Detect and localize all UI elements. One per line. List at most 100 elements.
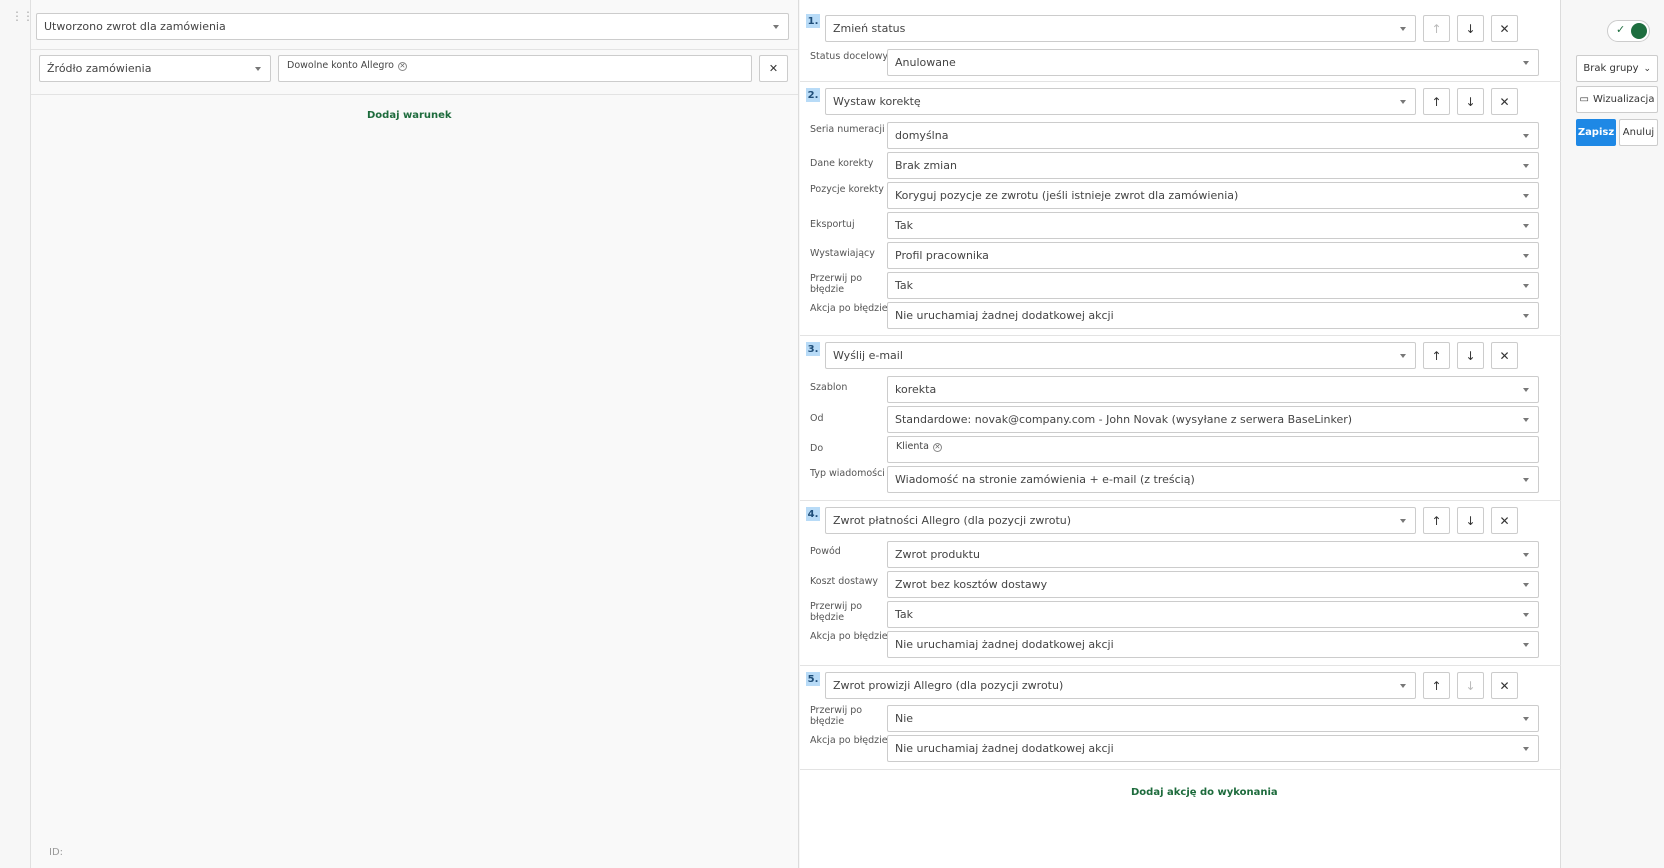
close-icon: ✕ (1499, 94, 1510, 109)
monitor-icon: ▭ (1579, 94, 1589, 105)
action-item: 3. Wyślij e-mail ↑ ↓ ✕ Szablon korekta O… (800, 336, 1561, 501)
field-select[interactable]: Wiadomość na stronie zamówienia + e-mail… (887, 466, 1539, 493)
field-select[interactable]: Koryguj pozycje ze zwrotu (jeśli istniej… (887, 182, 1539, 209)
field-label: Przerwij po błędzie (810, 705, 863, 727)
field-label: Akcja po błędzie (810, 631, 888, 642)
field-label: Powód (810, 546, 841, 557)
field-select[interactable]: Zwrot bez kosztów dostawy (887, 571, 1539, 598)
arrow-up-icon: ↑ (1431, 678, 1442, 693)
remove-action-button[interactable]: ✕ (1491, 15, 1518, 42)
field-value: Tak (895, 219, 914, 232)
close-icon: ✕ (1499, 21, 1510, 36)
remove-action-button[interactable]: ✕ (1491, 88, 1518, 115)
arrow-down-icon: ↓ (1465, 678, 1476, 693)
action-type-select[interactable]: Zmień status (825, 15, 1416, 42)
condition-tag-label: Dowolne konto Allegro (287, 60, 394, 71)
recipient-input[interactable]: Klienta ✕ (887, 436, 1539, 463)
move-up-button[interactable]: ↑ (1423, 507, 1450, 534)
field-select[interactable]: Nie uruchamiaj żadnej dodatkowej akcji (887, 631, 1539, 658)
action-type-select[interactable]: Wyślij e-mail (825, 342, 1416, 369)
recipient-tag-label: Klienta (896, 441, 929, 452)
close-icon: ✕ (768, 62, 779, 75)
field-select[interactable]: Tak (887, 212, 1539, 239)
remove-action-button[interactable]: ✕ (1491, 507, 1518, 534)
field-select[interactable]: Anulowane (887, 49, 1539, 76)
action-number-badge: 1. (806, 14, 820, 28)
close-icon: ✕ (1499, 678, 1510, 693)
chevron-down-icon (1400, 100, 1406, 104)
action-type-value: Zwrot prowizji Allegro (dla pozycji zwro… (833, 679, 1064, 692)
field-value: Zwrot bez kosztów dostawy (895, 578, 1048, 591)
move-up-button[interactable]: ↑ (1423, 88, 1450, 115)
move-down-button[interactable]: ↓ (1457, 88, 1484, 115)
chevron-down-icon (1523, 314, 1529, 318)
action-number-badge: 3. (806, 342, 820, 356)
add-action-link[interactable]: Dodaj akcję do wykonania (1131, 787, 1278, 798)
condition-value-input[interactable]: Dowolne konto Allegro ✕ (278, 55, 752, 82)
drag-handle-icon[interactable]: ⋮⋮ (11, 10, 34, 28)
visualize-button[interactable]: ▭ Wizualizacja (1576, 86, 1658, 113)
field-select[interactable]: Nie (887, 705, 1539, 732)
field-select[interactable]: Standardowe: novak@company.com - John No… (887, 406, 1539, 433)
chevron-down-icon: ⌄ (1643, 64, 1651, 74)
move-down-button[interactable]: ↓ (1457, 15, 1484, 42)
move-up-button[interactable]: ↑ (1423, 672, 1450, 699)
move-down-button[interactable]: ↓ (1457, 342, 1484, 369)
field-select[interactable]: domyślna (887, 122, 1539, 149)
field-select[interactable]: Tak (887, 601, 1539, 628)
save-button[interactable]: Zapisz (1576, 119, 1616, 146)
tag-remove-icon[interactable]: ✕ (932, 443, 942, 452)
chevron-down-icon (1523, 388, 1529, 392)
field-value: Zwrot produktu (895, 548, 980, 561)
chevron-down-icon (1523, 717, 1529, 721)
chevron-down-icon (1523, 284, 1529, 288)
toggle-knob (1631, 23, 1647, 39)
close-icon: ✕ (1499, 348, 1510, 363)
add-condition-link[interactable]: Dodaj warunek (367, 110, 452, 121)
condition-source-select[interactable]: Źródło zamówienia (39, 55, 271, 82)
field-label: Seria numeracji (810, 124, 885, 135)
remove-action-button[interactable]: ✕ (1491, 672, 1518, 699)
chevron-down-icon (1523, 224, 1529, 228)
action-number-badge: 4. (806, 507, 820, 521)
field-label: Typ wiadomości (810, 468, 885, 479)
remove-action-button[interactable]: ✕ (1491, 342, 1518, 369)
trigger-select[interactable]: Utworzono zwrot dla zamówienia (36, 13, 789, 40)
action-type-select[interactable]: Wystaw korektę (825, 88, 1416, 115)
move-down-button[interactable]: ↓ (1457, 507, 1484, 534)
chevron-down-icon (1523, 583, 1529, 587)
trigger-row: Utworzono zwrot dla zamówienia (31, 0, 798, 50)
chevron-down-icon (1523, 194, 1529, 198)
condition-row: Źródło zamówienia Dowolne konto Allegro ✕… (31, 50, 798, 95)
field-select[interactable]: korekta (887, 376, 1539, 403)
arrow-up-icon: ↑ (1431, 348, 1442, 363)
field-select[interactable]: Zwrot produktu (887, 541, 1539, 568)
chevron-down-icon (1523, 613, 1529, 617)
field-select[interactable]: Tak (887, 272, 1539, 299)
action-type-select[interactable]: Zwrot płatności Allegro (dla pozycji zwr… (825, 507, 1416, 534)
field-select[interactable]: Nie uruchamiaj żadnej dodatkowej akcji (887, 302, 1539, 329)
field-select[interactable]: Nie uruchamiaj żadnej dodatkowej akcji (887, 735, 1539, 762)
chevron-down-icon (1400, 684, 1406, 688)
active-toggle[interactable]: ✓ (1607, 20, 1650, 42)
tag-remove-icon[interactable]: ✕ (397, 62, 407, 71)
chevron-down-icon (1523, 418, 1529, 422)
field-value: Koryguj pozycje ze zwrotu (jeśli istniej… (895, 189, 1239, 202)
field-label: Akcja po błędzie (810, 735, 888, 746)
id-label: ID: (49, 847, 64, 858)
field-value: domyślna (895, 129, 949, 142)
move-up-button[interactable]: ↑ (1423, 15, 1450, 42)
action-item: 4. Zwrot płatności Allegro (dla pozycji … (800, 501, 1561, 666)
visualize-label: Wizualizacja (1592, 94, 1655, 105)
move-down-button[interactable]: ↓ (1457, 672, 1484, 699)
field-select[interactable]: Brak zmian (887, 152, 1539, 179)
remove-condition-button[interactable]: ✕ (759, 55, 788, 82)
cancel-button[interactable]: Anuluj (1619, 119, 1658, 146)
chevron-down-icon (1400, 27, 1406, 31)
field-select[interactable]: Profil pracownika (887, 242, 1539, 269)
action-type-select[interactable]: Zwrot prowizji Allegro (dla pozycji zwro… (825, 672, 1416, 699)
move-up-button[interactable]: ↑ (1423, 342, 1450, 369)
group-select[interactable]: Brak grupy ⌄ (1576, 55, 1658, 82)
arrow-up-icon: ↑ (1431, 94, 1442, 109)
field-value: korekta (895, 383, 937, 396)
